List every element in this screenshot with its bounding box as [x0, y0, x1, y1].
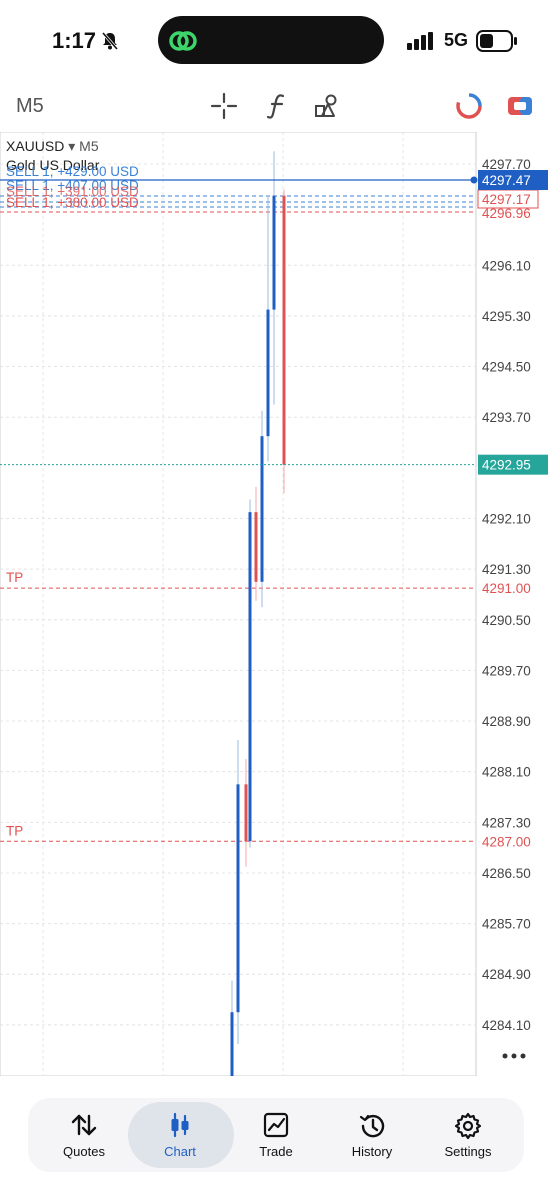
symbol-name: XAUUSD: [6, 138, 65, 154]
candle-body: [230, 1012, 234, 1082]
history-icon: [358, 1112, 386, 1145]
more-icon[interactable]: [502, 1048, 526, 1066]
price-tick-label: 4292.10: [482, 511, 531, 526]
take-profit-label: TP: [6, 823, 23, 838]
nav-chart[interactable]: Chart: [132, 1098, 228, 1172]
nav-label: History: [351, 1144, 393, 1159]
price-chart[interactable]: 4297.70 4296.10 4295.30 4294.50 4293.70 4292.…: [0, 131, 552, 1094]
battery-icon: [476, 30, 518, 57]
candlestick-icon: [167, 1112, 193, 1143]
nav-history[interactable]: History: [324, 1098, 420, 1172]
chart-canvas[interactable]: 4297.70 4296.10 4295.30 4294.50 4293.70 4292.…: [0, 131, 552, 1094]
price-tick-label: 4285.70: [482, 917, 531, 932]
bid-price-label: 4292.95: [482, 458, 531, 473]
price-tick-label: 4295.30: [482, 309, 531, 324]
drawing-tools-icon[interactable]: [314, 92, 342, 125]
status-bar: 1:17 5G: [0, 0, 552, 80]
status-time: 1:17: [52, 28, 97, 53]
price-tick-label: 4291.30: [482, 562, 531, 577]
take-profit-label: TP: [6, 570, 23, 585]
price-tick-label: 4297.70: [482, 157, 531, 172]
nav-label: Chart: [164, 1144, 196, 1159]
price-tick-label: 4288.90: [482, 714, 531, 729]
indicators-icon[interactable]: [266, 92, 288, 125]
crosshair-icon[interactable]: [210, 92, 238, 125]
network-label: 5G: [444, 30, 469, 50]
price-tick-label: 4287.30: [482, 815, 531, 830]
nav-settings[interactable]: Settings: [420, 1098, 516, 1172]
signal-icon: [407, 32, 435, 55]
candle-body: [266, 309, 270, 437]
candle-body: [260, 436, 264, 582]
bottom-navigation: Quotes Chart Trade History Settings: [28, 1098, 524, 1172]
chart-toolbar: M5: [0, 84, 552, 128]
symbol-header[interactable]: XAUUSD ▾ M5: [6, 138, 99, 155]
ask-price-marker: [470, 176, 478, 184]
candle-body: [272, 195, 276, 310]
price-tick-label: 4286.50: [482, 866, 531, 881]
symbol-dropdown-icon[interactable]: ▾: [68, 138, 79, 154]
price-tick-label: 4296.10: [482, 258, 531, 273]
order-label[interactable]: SELL 1, +429.00 USD: [6, 164, 139, 179]
nav-trade[interactable]: Trade: [228, 1098, 324, 1172]
timeframe-button[interactable]: M5: [16, 95, 44, 118]
nav-label: Settings: [444, 1144, 492, 1159]
gear-icon: [454, 1112, 482, 1145]
one-click-trading-icon[interactable]: [455, 92, 483, 125]
trend-chart-icon: [263, 1112, 289, 1143]
price-tick-label: 4289.70: [482, 663, 531, 678]
link-icon: [168, 28, 198, 59]
price-tick-label: 4284.10: [482, 1018, 531, 1033]
candle-body: [254, 512, 258, 582]
candle-body: [282, 195, 286, 465]
bell-muted-icon: [100, 31, 120, 56]
nav-label: Quotes: [63, 1144, 105, 1159]
arrows-updown-icon: [70, 1112, 98, 1143]
order-label[interactable]: SELL 1, +380.00 USD: [6, 195, 139, 210]
nav-label: Trade: [259, 1144, 293, 1159]
trade-panel-icon[interactable]: [506, 92, 534, 125]
take-profit-price: 4287.00: [482, 834, 531, 849]
price-tick-label: 4290.50: [482, 613, 531, 628]
nav-quotes[interactable]: Quotes: [36, 1098, 132, 1172]
price-tick-label: 4284.90: [482, 967, 531, 982]
price-tick-label: 4294.50: [482, 360, 531, 375]
price-tick-label: 4293.70: [482, 410, 531, 425]
candle-body: [236, 784, 240, 1013]
price-tick-label: 4288.10: [482, 765, 531, 780]
symbol-timeframe: M5: [79, 138, 99, 154]
ask-price-label: 4297.47: [482, 173, 531, 188]
candle-body: [244, 784, 248, 842]
price-level-label: 4297.17: [482, 192, 531, 207]
candle-body: [248, 512, 252, 842]
take-profit-price: 4291.00: [482, 581, 531, 596]
